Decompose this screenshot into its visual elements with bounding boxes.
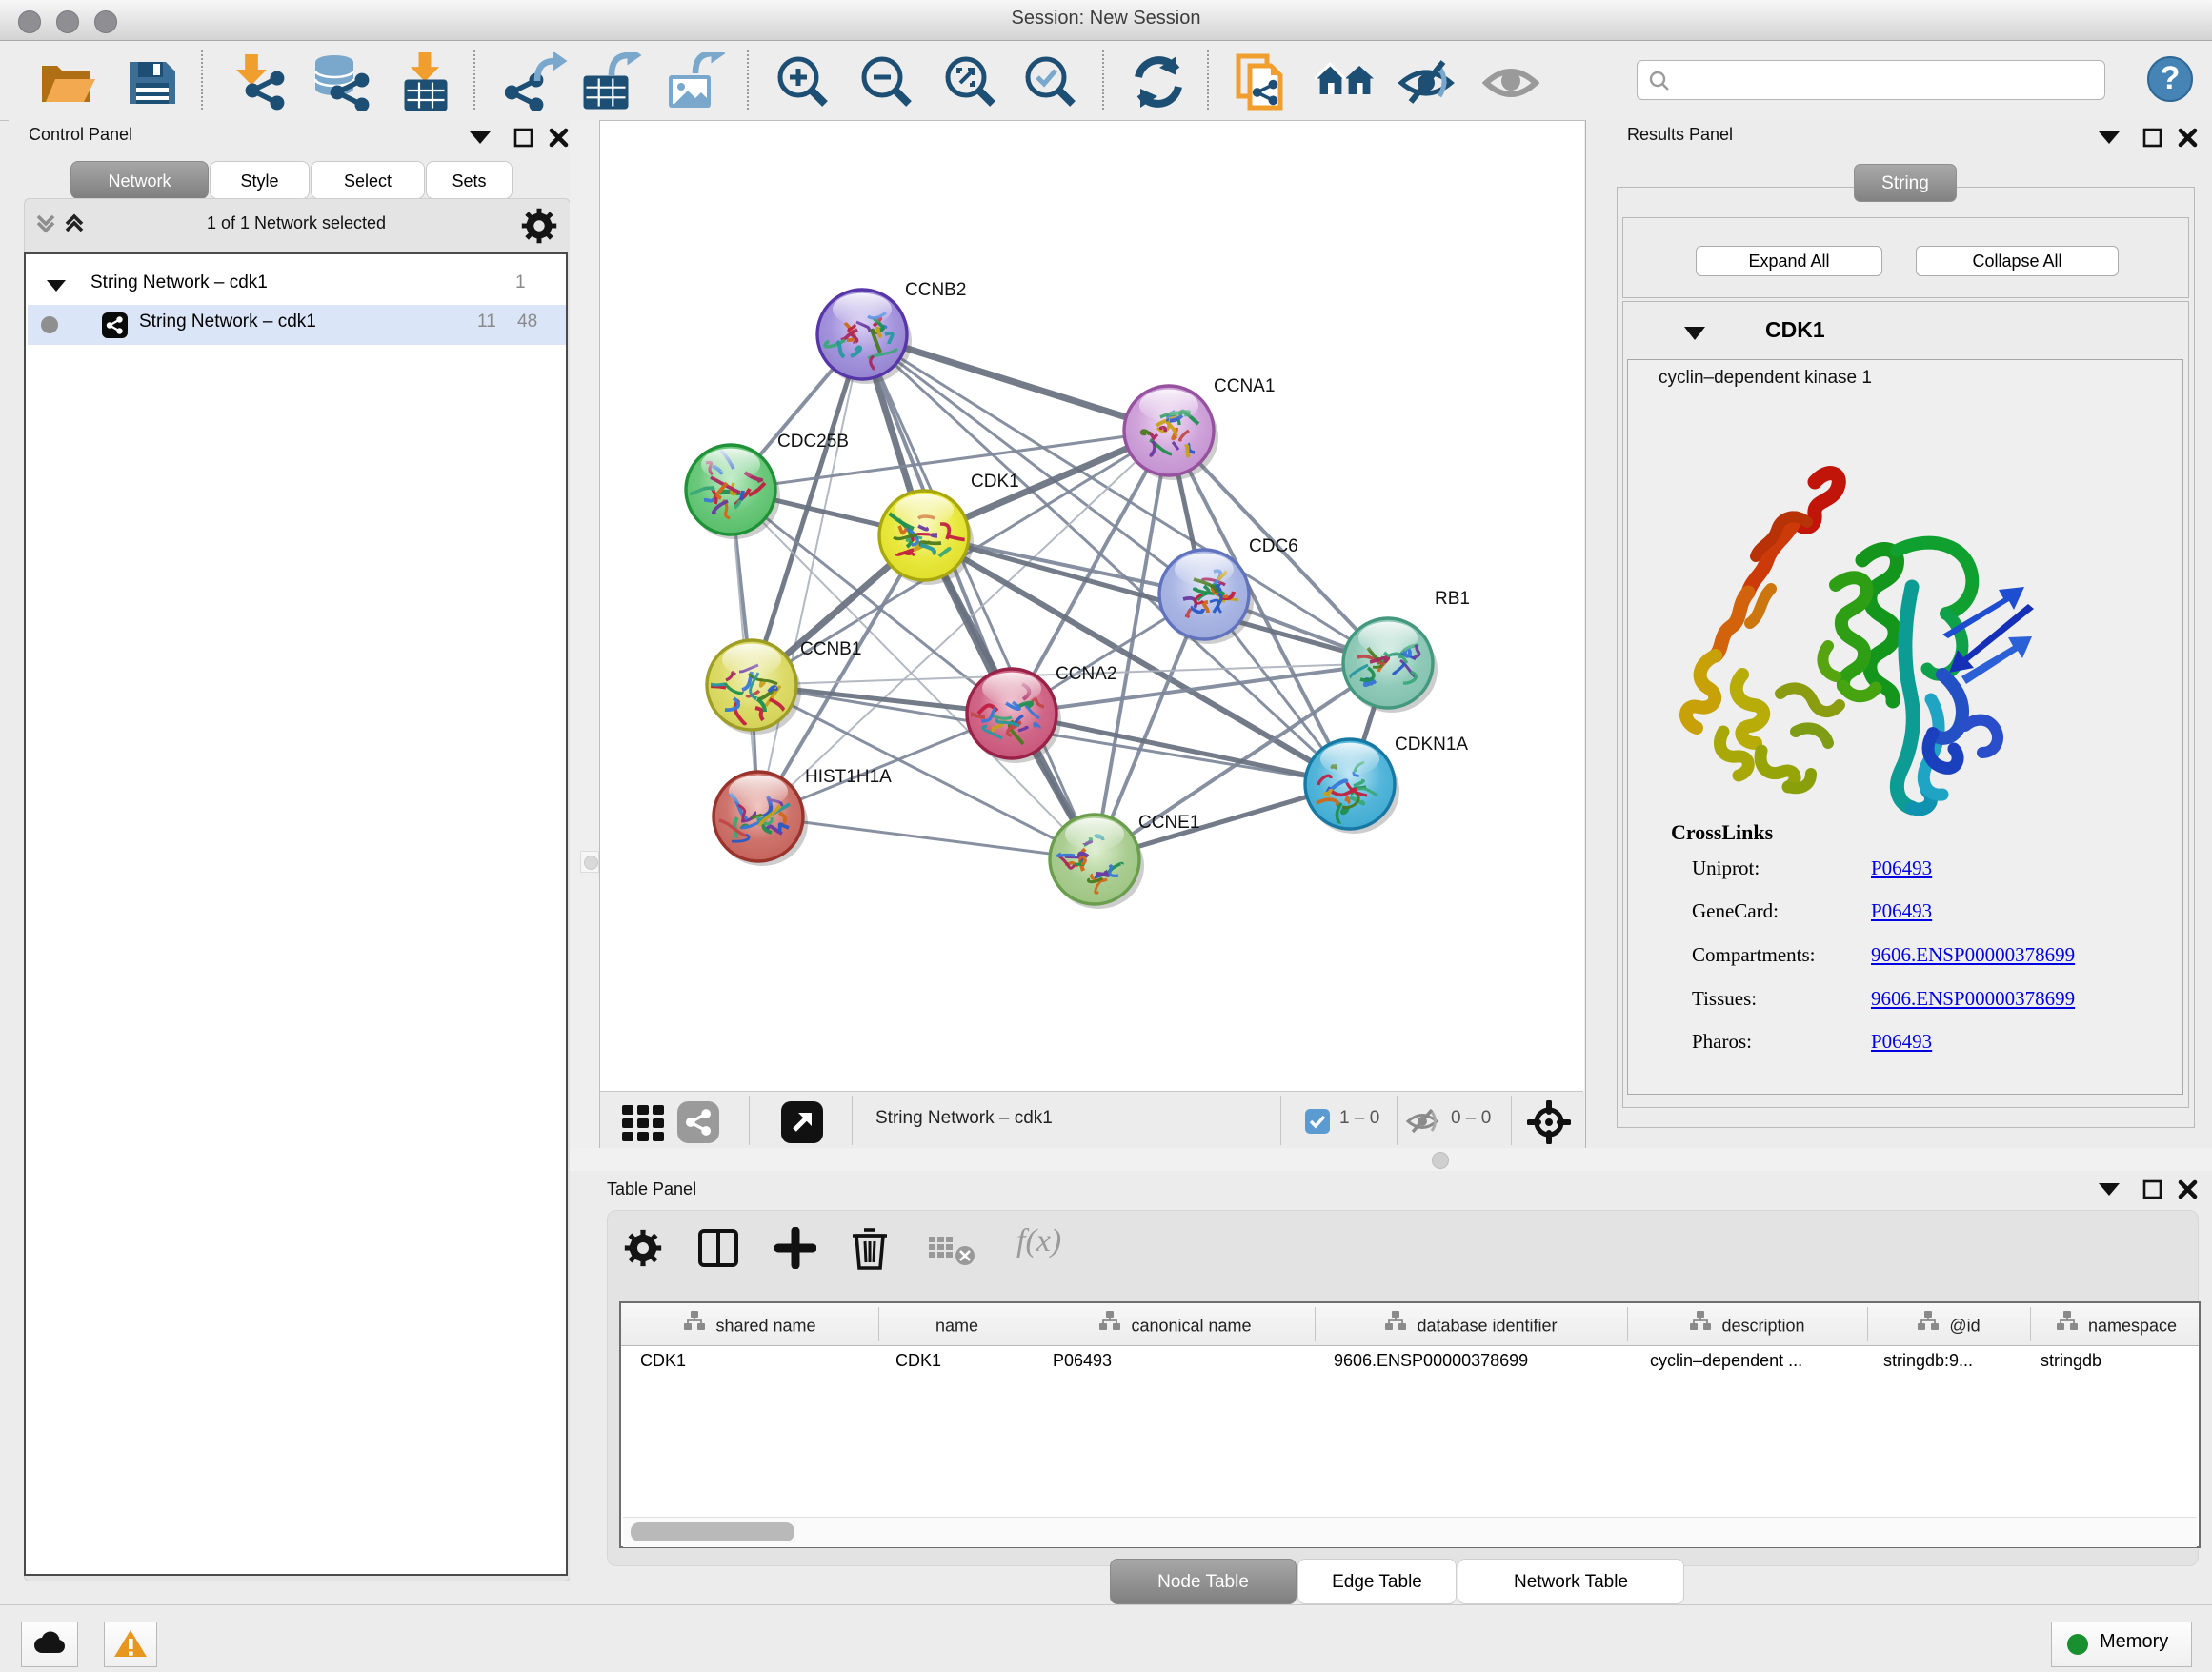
svg-text:CCNB2: CCNB2	[905, 280, 966, 300]
svg-text:RB1: RB1	[1435, 589, 1470, 609]
svg-text:CDK1: CDK1	[971, 472, 1019, 492]
svg-text:CCNA1: CCNA1	[1214, 376, 1275, 396]
svg-text:CDC6: CDC6	[1249, 536, 1298, 556]
svg-text:CCNA2: CCNA2	[1056, 664, 1116, 684]
svg-text:CDC25B: CDC25B	[777, 432, 849, 452]
svg-text:HIST1H1A: HIST1H1A	[805, 767, 892, 787]
svg-text:CDKN1A: CDKN1A	[1395, 735, 1468, 755]
svg-text:CCNE1: CCNE1	[1138, 813, 1199, 833]
svg-text:CCNB1: CCNB1	[800, 639, 861, 659]
